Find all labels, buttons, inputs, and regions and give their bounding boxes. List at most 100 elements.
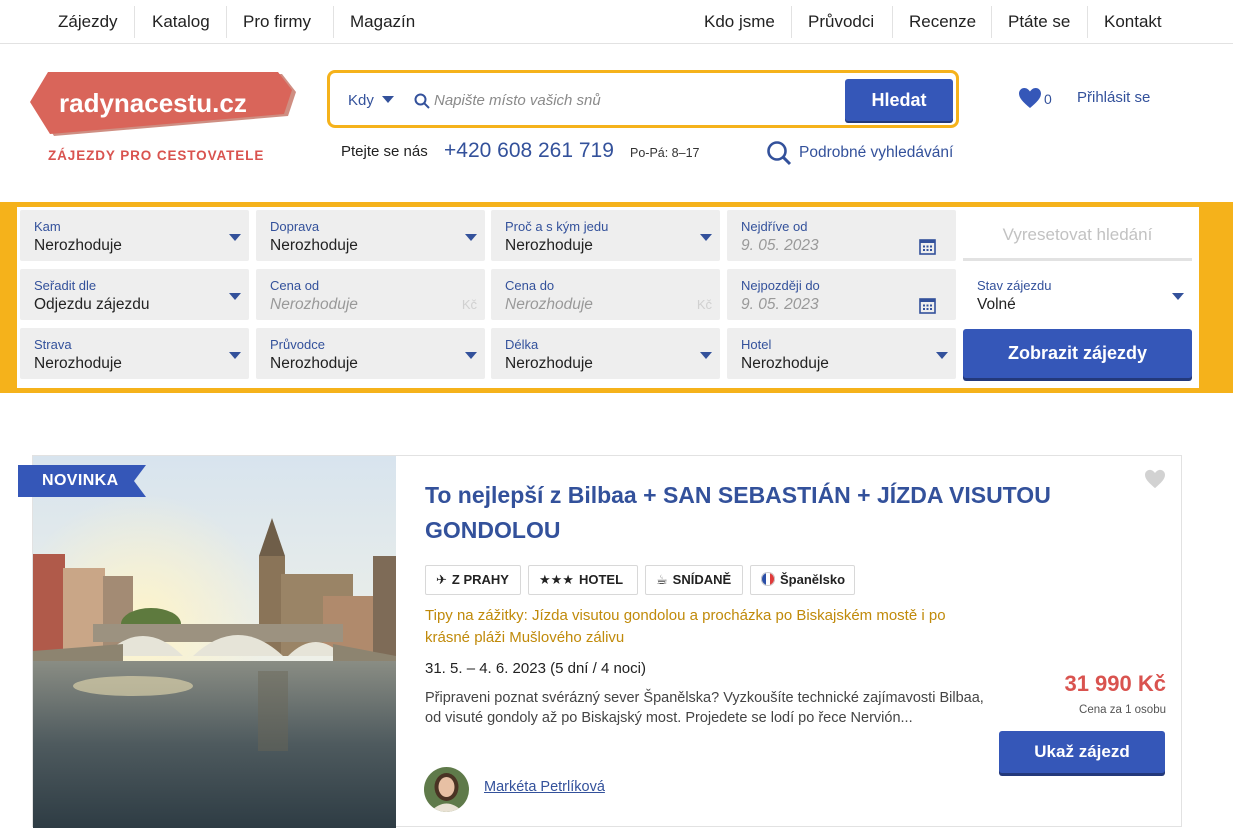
nav-link-pro-firmy[interactable]: Pro firmy <box>243 10 311 34</box>
badge-hotel: ★★★ HOTEL <box>528 565 638 595</box>
badge-text: HOTEL <box>578 572 624 587</box>
tour-tips: Tipy na zážitky: Jízda visutou gondolou … <box>425 607 946 646</box>
badge-text: SNÍDANĚ <box>672 572 732 587</box>
filter-cena-od[interactable]: Cena od Nerozhoduje Kč <box>256 269 485 320</box>
nav-link-ptate-se[interactable]: Ptáte se <box>1008 10 1070 34</box>
tour-title-link[interactable]: To nejlepší z Bilbaa + SAN SEBASTIÁN + J… <box>425 478 1125 548</box>
nav-divider <box>134 6 135 38</box>
calendar-icon[interactable] <box>919 297 936 314</box>
nav-link-recenze[interactable]: Recenze <box>909 10 976 34</box>
filter-form: Kam Nerozhoduje Doprava Nerozhoduje Proč… <box>17 207 1199 388</box>
calendar-icon[interactable] <box>919 238 936 255</box>
field-label: Strava <box>34 337 72 352</box>
search-button[interactable]: Hledat <box>845 79 953 121</box>
field-label: Cena do <box>505 278 555 293</box>
field-label: Proč a s kým jedu <box>505 219 609 234</box>
chevron-down-icon <box>229 293 241 300</box>
chevron-down-icon <box>700 352 712 359</box>
when-label: Kdy <box>348 92 374 109</box>
nav-link-kontakt[interactable]: Kontakt <box>1104 10 1162 34</box>
field-label: Kam <box>34 219 61 234</box>
nav-divider <box>892 6 893 38</box>
logo-text: radynacestu.cz <box>59 88 247 118</box>
field-value: Odjezdu zájezdu <box>34 296 150 313</box>
field-label: Doprava <box>270 219 320 234</box>
field-value: Nerozhoduje <box>270 237 358 254</box>
nav-divider <box>333 6 334 38</box>
filter-stav-zajezdu[interactable]: Stav zájezdu Volné <box>963 269 1192 320</box>
reset-search-button[interactable]: Vyresetovat hledání <box>963 210 1192 261</box>
chevron-down-icon <box>465 352 477 359</box>
filter-nejpozdeji-do[interactable]: Nejpozději do 9. 05. 2023 <box>727 269 956 320</box>
price-note: Cena za 1 osobu <box>1079 704 1166 716</box>
field-label: Cena od <box>270 278 320 293</box>
badge-transport: ✈ Z PRAHY <box>425 565 521 595</box>
nav-link-kdo-jsme[interactable]: Kdo jsme <box>704 10 775 34</box>
advanced-search-link[interactable]: Podrobné vyhledávání <box>799 144 953 162</box>
field-label: Nejpozději do <box>741 278 820 293</box>
filter-delka[interactable]: Délka Nerozhoduje <box>491 328 720 379</box>
field-value: Nerozhoduje <box>34 237 122 254</box>
filter-seradit-dle[interactable]: Seřadit dle Odjezdu zájezdu <box>20 269 249 320</box>
when-dropdown[interactable]: Kdy <box>348 92 394 109</box>
nav-link-pruvodci[interactable]: Průvodci <box>808 10 874 34</box>
guide-name-link[interactable]: Markéta Petrlíková <box>484 779 605 795</box>
search-input[interactable] <box>434 87 834 113</box>
currency-unit: Kč <box>696 297 712 312</box>
show-tours-button[interactable]: Zobrazit zájezdy <box>963 329 1192 378</box>
site-logo[interactable]: radynacestu.cz <box>30 70 298 140</box>
nav-divider <box>226 6 227 38</box>
date-input[interactable]: 9. 05. 2023 <box>741 237 819 255</box>
opening-hours: Po-Pá: 8–17 <box>630 146 700 160</box>
nav-divider <box>1087 6 1088 38</box>
field-label: Stav zájezdu <box>977 278 1052 293</box>
logo-tagline: ZÁJEZDY PRO CESTOVATELE <box>48 148 265 163</box>
filter-nejdrive-od[interactable]: Nejdříve od 9. 05. 2023 <box>727 210 956 261</box>
field-label: Seřadit dle <box>34 278 97 293</box>
nav-divider <box>791 6 792 38</box>
nav-divider <box>991 6 992 38</box>
chevron-down-icon <box>229 352 241 359</box>
chevron-down-icon <box>936 352 948 359</box>
price-input[interactable]: Nerozhoduje <box>505 296 593 314</box>
phone-number[interactable]: +420 608 261 719 <box>444 139 614 163</box>
filter-kam[interactable]: Kam Nerozhoduje <box>20 210 249 261</box>
search-icon[interactable] <box>766 140 792 166</box>
nav-link-katalog[interactable]: Katalog <box>152 10 210 34</box>
login-link[interactable]: Přihlásit se <box>1077 89 1150 106</box>
heart-icon[interactable] <box>1018 87 1042 109</box>
filter-panel: Kam Nerozhoduje Doprava Nerozhoduje Proč… <box>0 202 1233 393</box>
call-label: Ptejte se nás <box>341 143 428 160</box>
currency-unit: Kč <box>461 297 477 312</box>
filter-cena-do[interactable]: Cena do Nerozhoduje Kč <box>491 269 720 320</box>
stars-icon: ★★★ <box>539 572 574 587</box>
field-value: Nerozhoduje <box>741 355 829 372</box>
field-value: Nerozhoduje <box>34 355 122 372</box>
tour-photo[interactable] <box>33 456 396 828</box>
filter-doprava[interactable]: Doprava Nerozhoduje <box>256 210 485 261</box>
price-input[interactable]: Nerozhoduje <box>270 296 358 314</box>
badge-text: Z PRAHY <box>451 572 509 587</box>
field-value: Nerozhoduje <box>505 355 593 372</box>
nav-link-zajezdy[interactable]: Zájezdy <box>58 10 118 34</box>
chevron-down-icon <box>381 96 394 103</box>
tour-price: 31 990 Kč <box>1064 671 1166 696</box>
cup-icon: ☕ <box>656 572 668 587</box>
nav-link-magazin[interactable]: Magazín <box>350 10 415 34</box>
filter-pruvodce[interactable]: Průvodce Nerozhoduje <box>256 328 485 379</box>
badge-country: Španělsko <box>750 565 855 595</box>
filter-strava[interactable]: Strava Nerozhoduje <box>20 328 249 379</box>
chevron-down-icon <box>229 234 241 241</box>
top-navigation: Zájezdy Katalog Pro firmy Magazín Kdo js… <box>0 0 1233 44</box>
filter-hotel[interactable]: Hotel Nerozhoduje <box>727 328 956 379</box>
badge-meal: ☕ SNÍDANĚ <box>645 565 743 595</box>
guide-avatar[interactable] <box>424 767 469 812</box>
search-icon <box>414 93 430 109</box>
show-tour-button[interactable]: Ukaž zájezd <box>999 731 1165 773</box>
badge-text: Španělsko <box>780 572 846 587</box>
field-label: Nejdříve od <box>741 219 808 234</box>
field-value: Nerozhoduje <box>505 237 593 254</box>
heart-icon[interactable] <box>1144 469 1166 489</box>
filter-proc-a-s-kym[interactable]: Proč a s kým jedu Nerozhoduje <box>491 210 720 261</box>
date-input[interactable]: 9. 05. 2023 <box>741 296 819 314</box>
